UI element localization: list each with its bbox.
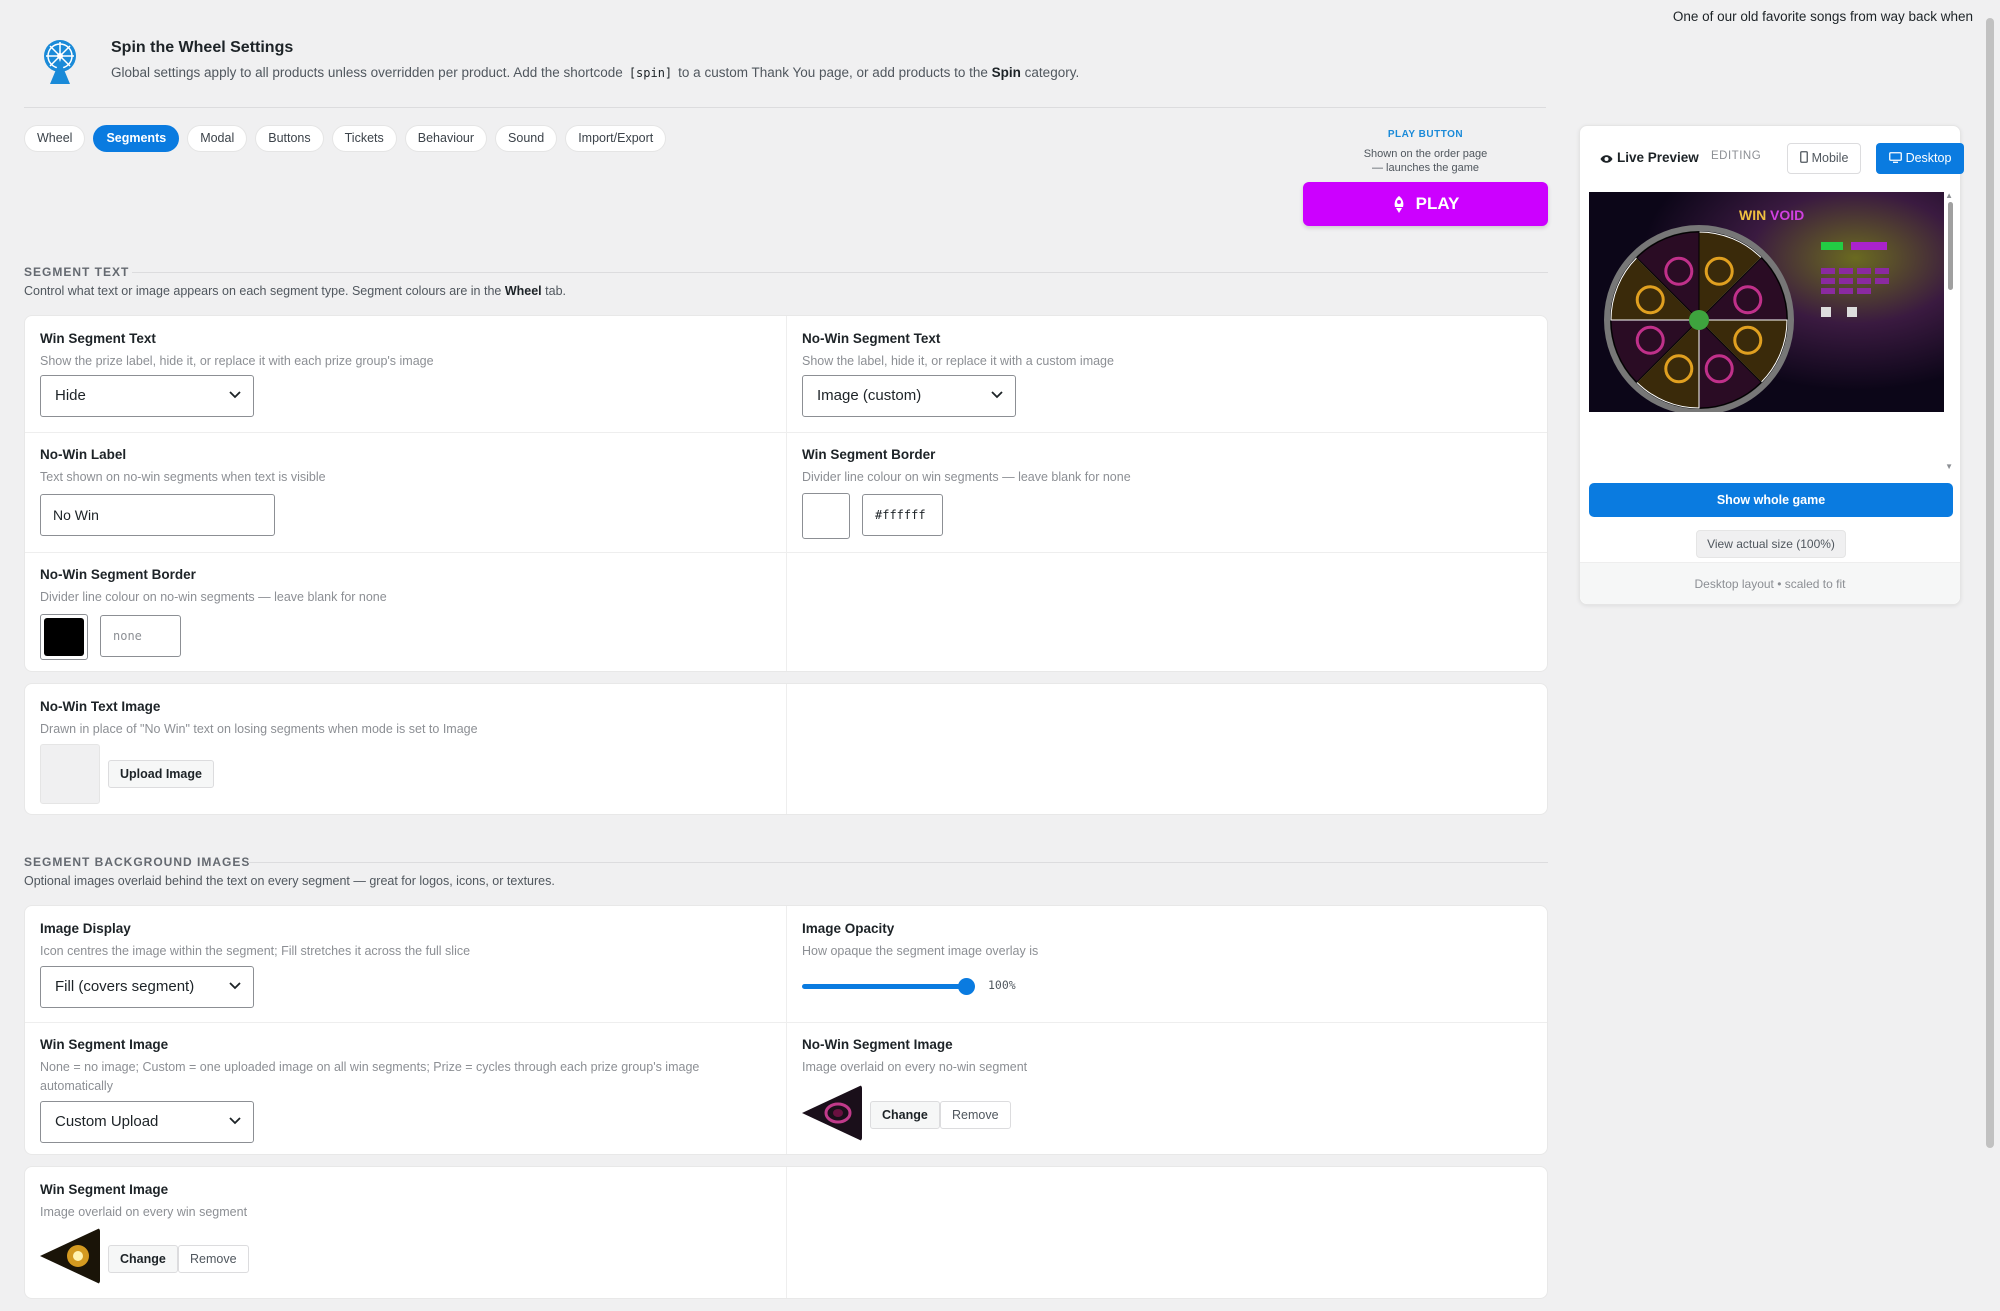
slider-handle[interactable] <box>958 978 975 995</box>
win-segment-text-field: Win Segment Text Show the prize label, h… <box>40 331 434 368</box>
image-opacity-field: Image Opacity How opaque the segment ima… <box>802 921 1039 958</box>
segment-text-card: Win Segment Text Show the prize label, h… <box>24 315 1548 672</box>
win-border-hex-input[interactable]: #ffffff <box>862 494 943 536</box>
top-note: One of our old favorite songs from way b… <box>1672 9 1973 24</box>
opacity-value: 100% <box>988 978 1016 992</box>
nowin-label-input[interactable]: No Win <box>40 494 275 536</box>
rocket-icon <box>1394 195 1403 213</box>
live-preview-panel: Live Preview EDITING Mobile Desktop WIN … <box>1579 125 1964 605</box>
slider-track <box>802 984 967 989</box>
segment-bg-card: Image Display Icon centres the image wit… <box>24 905 1548 1155</box>
nowin-segment-border-field: No-Win Segment Border Divider line colou… <box>40 567 387 604</box>
show-whole-game-button[interactable]: Show whole game <box>1589 483 1953 517</box>
section-divider <box>132 272 1548 273</box>
live-preview-title: Live Preview <box>1600 150 1699 165</box>
eye-icon <box>1600 155 1613 163</box>
page-title: Spin the Wheel Settings <box>111 39 294 56</box>
page-scrollbar[interactable] <box>1986 18 1994 1148</box>
section-divider <box>248 862 1548 863</box>
tab-import-export[interactable]: Import/Export <box>565 125 667 152</box>
nowin-segment-text-select[interactable]: Image (custom) <box>802 375 1016 417</box>
image-display-select[interactable]: Fill (covers segment) <box>40 966 254 1008</box>
page-description: Global settings apply to all products un… <box>111 65 1080 80</box>
nowin-label-field: No-Win Label Text shown on no-win segmen… <box>40 447 326 484</box>
svg-text:WIN: WIN <box>1739 207 1766 223</box>
win-segment-image-card: Win Segment Image Image overlaid on ever… <box>24 1166 1548 1299</box>
nowin-text-image-card: No-Win Text Image Drawn in place of "No … <box>24 683 1548 815</box>
nowin-segment-image-field: No-Win Segment Image Image overlaid on e… <box>802 1037 1028 1074</box>
shortcode: [spin] <box>628 66 673 80</box>
segment-bg-description: Optional images overlaid behind the text… <box>24 874 555 888</box>
tab-segments[interactable]: Segments <box>93 125 180 152</box>
chevron-down-icon <box>229 982 241 990</box>
win-segment-image-mode-field: Win Segment Image None = no image; Custo… <box>40 1037 700 1093</box>
view-actual-size-button[interactable]: View actual size (100%) <box>1696 530 1846 558</box>
play-button-preview[interactable]: PLAY <box>1303 182 1548 226</box>
nowin-image-remove-button[interactable]: Remove <box>940 1101 1011 1129</box>
preview-frame[interactable]: WIN VOID ▲ ▼ <box>1589 191 1953 475</box>
upload-image-button[interactable]: Upload Image <box>108 760 214 788</box>
nowin-image-change-button[interactable]: Change <box>870 1101 940 1129</box>
preview-footer: Desktop layout • scaled to fit <box>1580 562 1960 604</box>
mobile-toggle-button[interactable]: Mobile <box>1787 143 1861 174</box>
preview-scrollbar[interactable] <box>1948 202 1953 290</box>
tab-buttons[interactable]: Buttons <box>255 125 324 152</box>
win-image-change-button[interactable]: Change <box>108 1245 178 1273</box>
segment-text-title: SEGMENT TEXT <box>24 265 130 279</box>
tab-tickets[interactable]: Tickets <box>331 125 397 152</box>
tab-behaviour[interactable]: Behaviour <box>404 125 488 152</box>
mobile-icon <box>1799 151 1808 163</box>
tab-sound[interactable]: Sound <box>495 125 558 152</box>
nowin-border-color-swatch[interactable] <box>40 614 88 660</box>
nowin-text-image-field: No-Win Text Image Drawn in place of "No … <box>40 699 478 736</box>
win-border-color-swatch[interactable] <box>802 493 850 539</box>
play-button-subtitle: Shown on the order page — launches the ga… <box>1363 148 1488 174</box>
game-preview-image: WIN VOID <box>1589 192 1944 412</box>
chevron-down-icon <box>229 1117 241 1125</box>
nowin-text-image-placeholder <box>40 744 100 804</box>
image-display-field: Image Display Icon centres the image wit… <box>40 921 471 958</box>
win-segment-image-field: Win Segment Image Image overlaid on ever… <box>40 1182 248 1219</box>
chevron-down-icon <box>991 391 1003 399</box>
page-header: Spin the Wheel Settings Global settings … <box>24 30 1546 108</box>
win-segment-image-select[interactable]: Custom Upload <box>40 1101 254 1143</box>
svg-text:VOID: VOID <box>1770 207 1804 223</box>
nowin-segment-image-thumbnail <box>802 1085 862 1141</box>
chevron-down-icon <box>229 391 241 399</box>
win-segment-text-select[interactable]: Hide <box>40 375 254 417</box>
segment-text-description: Control what text or image appears on ea… <box>24 284 566 298</box>
play-button-info: PLAY BUTTON Shown on the order page — lau… <box>1303 129 1548 175</box>
settings-tabs: Wheel Segments Modal Buttons Tickets Behaviou… <box>24 125 667 152</box>
win-segment-image-thumbnail <box>40 1228 100 1284</box>
segment-bg-title: SEGMENT BACKGROUND IMAGES <box>24 855 251 869</box>
nowin-segment-text-field: No-Win Segment Text Show the label, hide… <box>802 331 1114 368</box>
win-segment-border-field: Win Segment Border Divider line colour o… <box>802 447 1131 484</box>
nowin-border-hex-input[interactable]: none <box>100 615 181 657</box>
tab-wheel[interactable]: Wheel <box>24 125 86 152</box>
desktop-icon <box>1888 152 1902 163</box>
ferris-wheel-icon <box>44 40 76 84</box>
desktop-toggle-button[interactable]: Desktop <box>1876 143 1964 174</box>
tab-modal[interactable]: Modal <box>187 125 248 152</box>
play-button-heading: PLAY BUTTON <box>1387 129 1464 140</box>
win-image-remove-button[interactable]: Remove <box>178 1245 249 1273</box>
editing-label: EDITING <box>1711 150 1762 162</box>
